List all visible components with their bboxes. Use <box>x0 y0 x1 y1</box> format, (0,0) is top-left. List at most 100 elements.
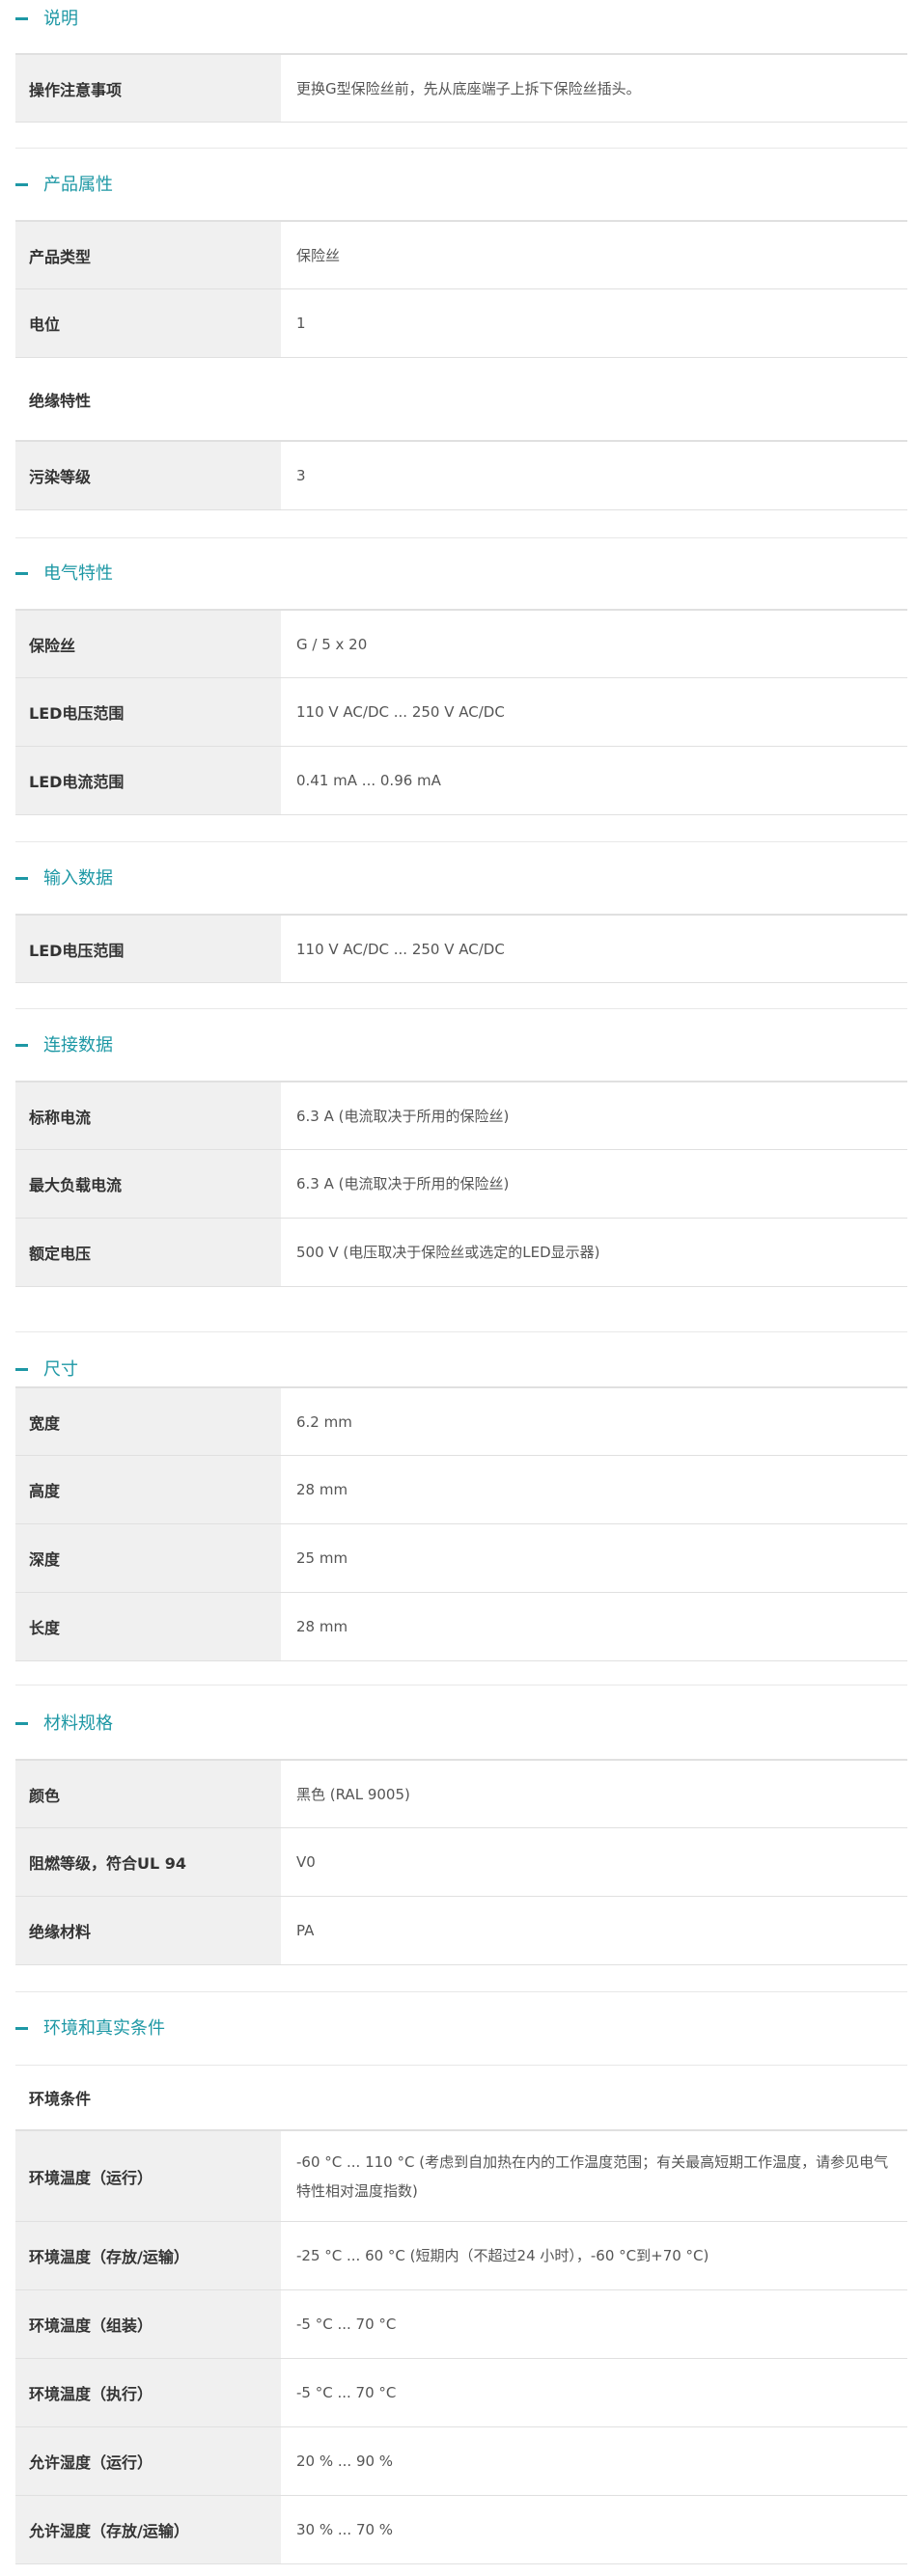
table-row: LED电压范围 110 V AC/DC ... 250 V AC/DC <box>15 914 907 983</box>
row-label: 环境温度（执行） <box>15 2359 281 2426</box>
section-title: 电气特性 <box>43 563 113 584</box>
collapse-icon[interactable] <box>15 1044 28 1047</box>
row-label: 深度 <box>15 1524 281 1592</box>
table-row: 环境温度（执行） -5 °C ... 70 °C <box>15 2359 907 2427</box>
row-label: 污染等级 <box>15 442 281 509</box>
row-label: 产品类型 <box>15 222 281 288</box>
row-value: 20 % ... 90 % <box>296 2453 394 2470</box>
section-header-material[interactable]: 材料规格 <box>0 1705 907 1743</box>
table-row: 电位 1 <box>15 289 907 358</box>
row-label: 额定电压 <box>15 1219 281 1286</box>
row-label: 高度 <box>15 1456 281 1523</box>
section-header-electrical[interactable]: 电气特性 <box>0 555 907 593</box>
row-value: -60 °C ... 110 °C (考虑到自加热在内的工作温度范围；有关最高短… <box>296 2152 889 2200</box>
table-row: 允许湿度（存放/运输） 30 % ... 70 % <box>15 2496 907 2564</box>
row-label: LED电压范围 <box>15 678 281 746</box>
spec-table-product-properties: 产品类型 保险丝 电位 1 <box>15 220 907 358</box>
section-divider <box>15 1008 907 1009</box>
table-row: LED电流范围 0.41 mA ... 0.96 mA <box>15 747 907 815</box>
row-label: 最大负载电流 <box>15 1150 281 1218</box>
table-row: 高度 28 mm <box>15 1456 907 1524</box>
collapse-icon[interactable] <box>15 1722 28 1725</box>
row-value: 6.3 A (电流取决于所用的保险丝) <box>296 1107 510 1125</box>
row-value: 500 V (电压取决于保险丝或选定的LED显示器) <box>296 1244 600 1261</box>
row-value: 更换G型保险丝前，先从底座端子上拆下保险丝插头。 <box>296 79 641 97</box>
collapse-icon[interactable] <box>15 183 28 186</box>
row-label: 颜色 <box>15 1761 281 1827</box>
table-row: 环境温度（存放/运输） -25 °C ... 60 °C (短期内（不超过24 … <box>15 2222 907 2290</box>
subgroup-heading: 环境条件 <box>15 2066 907 2129</box>
section-title: 环境和真实条件 <box>43 2018 165 2039</box>
row-value: -5 °C ... 70 °C <box>296 2316 397 2333</box>
row-label: 阻燃等级，符合UL 94 <box>15 1828 281 1896</box>
row-value: V0 <box>296 1853 316 1871</box>
row-value: 110 V AC/DC ... 250 V AC/DC <box>296 703 505 721</box>
collapse-icon[interactable] <box>15 572 28 575</box>
row-label: LED电压范围 <box>15 916 281 982</box>
row-value: 6.3 A (电流取决于所用的保险丝) <box>296 1175 510 1192</box>
section-header-description[interactable]: 说明 <box>0 0 907 39</box>
table-row: 长度 28 mm <box>15 1593 907 1661</box>
section-title: 产品属性 <box>43 175 113 195</box>
spec-table-connection-data: 标称电流 6.3 A (电流取决于所用的保险丝) 最大负载电流 6.3 A (电… <box>15 1081 907 1287</box>
table-row: 产品类型 保险丝 <box>15 220 907 289</box>
section-header-connection-data[interactable]: 连接数据 <box>0 1027 907 1065</box>
row-label: 保险丝 <box>15 611 281 677</box>
row-label: 允许湿度（存放/运输） <box>15 2496 281 2563</box>
row-value: G / 5 x 20 <box>296 635 368 653</box>
row-value: 28 mm <box>296 1481 348 1498</box>
table-row: LED电压范围 110 V AC/DC ... 250 V AC/DC <box>15 678 907 747</box>
table-row: 宽度 6.2 mm <box>15 1386 907 1456</box>
section-divider <box>15 1991 907 1992</box>
collapse-icon[interactable] <box>15 17 28 20</box>
section-header-dimensions[interactable]: 尺寸 <box>0 1351 907 1389</box>
section-header-input-data[interactable]: 输入数据 <box>0 860 907 898</box>
section-title: 输入数据 <box>43 868 113 889</box>
spec-table-input-data: LED电压范围 110 V AC/DC ... 250 V AC/DC <box>15 914 907 983</box>
table-row: 操作注意事项 更换G型保险丝前，先从底座端子上拆下保险丝插头。 <box>15 53 907 123</box>
row-value: 3 <box>296 467 306 484</box>
table-row: 深度 25 mm <box>15 1524 907 1593</box>
row-label: 允许湿度（运行） <box>15 2427 281 2495</box>
row-label: 操作注意事项 <box>15 55 281 122</box>
collapse-icon[interactable] <box>15 1368 28 1371</box>
row-value: -5 °C ... 70 °C <box>296 2384 397 2401</box>
row-value: 0.41 mA ... 0.96 mA <box>296 772 441 789</box>
row-value: 30 % ... 70 % <box>296 2521 394 2538</box>
table-row: 颜色 黑色 (RAL 9005) <box>15 1759 907 1828</box>
table-row: 绝缘材料 PA <box>15 1897 907 1965</box>
section-divider <box>15 148 907 149</box>
section-title: 连接数据 <box>43 1035 113 1055</box>
section-header-product-properties[interactable]: 产品属性 <box>0 166 907 205</box>
table-body: 环境温度（运行） -60 °C ... 110 °C (考虑到自加热在内的工作温… <box>15 2131 907 2564</box>
section-title: 尺寸 <box>43 1359 78 1380</box>
table-row: 环境温度（运行） -60 °C ... 110 °C (考虑到自加热在内的工作温… <box>15 2131 907 2222</box>
row-value: 28 mm <box>296 1618 348 1635</box>
table-row: 标称电流 6.3 A (电流取决于所用的保险丝) <box>15 1081 907 1150</box>
table-row: 阻燃等级，符合UL 94 V0 <box>15 1828 907 1897</box>
row-label: 电位 <box>15 289 281 357</box>
section-divider <box>15 537 907 538</box>
row-value: 1 <box>296 315 306 332</box>
row-label: 环境温度（组装） <box>15 2290 281 2358</box>
section-header-environment[interactable]: 环境和真实条件 <box>0 2010 907 2048</box>
row-label: 环境温度（运行） <box>15 2131 281 2221</box>
table-row: 污染等级 3 <box>15 442 907 510</box>
subgroup-heading: 绝缘特性 <box>15 359 907 440</box>
section-divider <box>15 841 907 842</box>
spec-page: 说明 操作注意事项 更换G型保险丝前，先从底座端子上拆下保险丝插头。 产品属性 … <box>0 0 917 2576</box>
spec-table-description: 操作注意事项 更换G型保险丝前，先从底座端子上拆下保险丝插头。 <box>15 53 907 123</box>
table-row: 额定电压 500 V (电压取决于保险丝或选定的LED显示器) <box>15 1219 907 1287</box>
row-value: -25 °C ... 60 °C (短期内（不超过24 小时），-60 °C到+… <box>296 2247 709 2264</box>
row-value: 保险丝 <box>296 246 341 264</box>
row-value: 110 V AC/DC ... 250 V AC/DC <box>296 940 505 958</box>
row-label: LED电流范围 <box>15 747 281 814</box>
spec-table-dimensions: 宽度 6.2 mm 高度 28 mm 深度 25 mm 长度 28 mm <box>15 1386 907 1661</box>
collapse-icon[interactable] <box>15 877 28 880</box>
row-value: 25 mm <box>296 1549 348 1567</box>
table-row: 保险丝 G / 5 x 20 <box>15 609 907 678</box>
row-label: 标称电流 <box>15 1082 281 1149</box>
row-label: 绝缘材料 <box>15 1897 281 1964</box>
collapse-icon[interactable] <box>15 2027 28 2030</box>
section-title: 材料规格 <box>43 1713 113 1734</box>
